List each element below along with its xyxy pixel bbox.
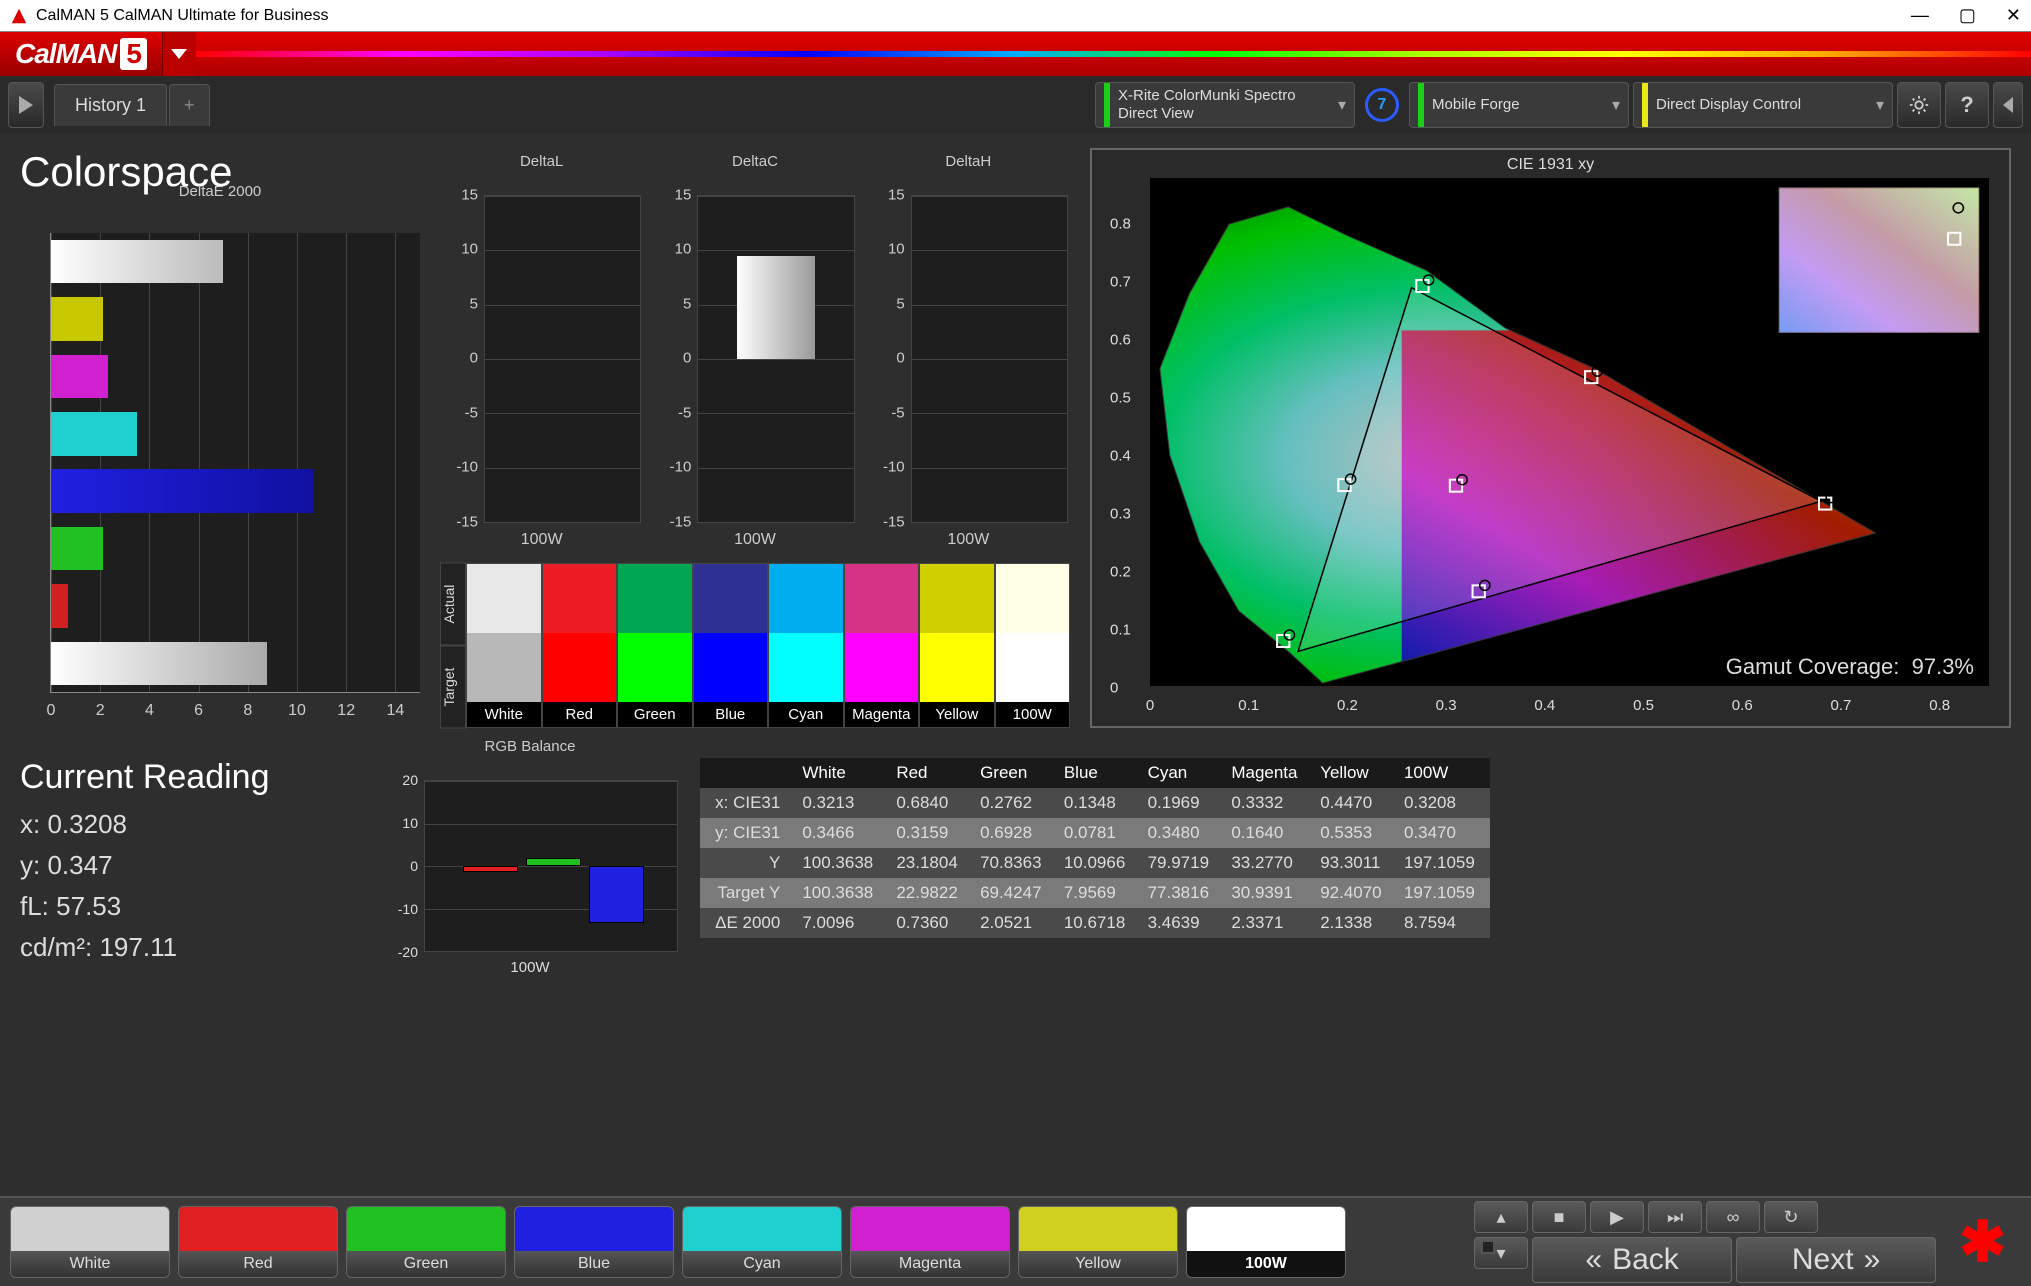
help-button[interactable]: ? — [1945, 82, 1989, 128]
refresh-button[interactable]: ↻ — [1764, 1201, 1818, 1233]
bar-cyan — [51, 412, 137, 456]
down-button[interactable]: ▾ — [1474, 1237, 1528, 1269]
chevron-down-icon: ▾ — [1338, 95, 1346, 115]
bar-white — [51, 240, 223, 284]
brand-menu-dropdown[interactable] — [162, 32, 196, 76]
swatch-comparison: Actual Target WhiteRedGreenBlueCyanMagen… — [440, 563, 1070, 728]
back-button[interactable]: « Back — [1532, 1237, 1732, 1283]
current-reading: Current Reading x: 0.3208 y: 0.347 fL: 5… — [20, 758, 350, 973]
main-content: Colorspace DeltaE 2000 02468101214 Delta… — [0, 138, 2031, 1196]
swatch-col: Red — [542, 563, 618, 728]
skip-button[interactable]: ⏭ — [1648, 1201, 1702, 1233]
gear-icon — [1908, 94, 1930, 116]
bar-magenta — [51, 355, 108, 399]
meter-device-selector[interactable]: X-Rite ColorMunki Spectro Direct View ▾ — [1095, 82, 1355, 128]
bar-red — [51, 584, 68, 628]
skip-icon: ⏭ — [1667, 1207, 1683, 1228]
tab-history[interactable]: History 1 — [54, 84, 167, 126]
bar-blue — [51, 469, 314, 513]
play-icon — [2003, 97, 2013, 113]
status-bar-icon — [1104, 83, 1110, 127]
status-bar-icon — [1642, 83, 1648, 127]
table-row: Target Y100.363822.982269.42477.956977.3… — [700, 878, 1490, 908]
chevron-up-icon: ▴ — [1497, 1207, 1506, 1228]
minimize-icon[interactable]: — — [1911, 5, 1929, 26]
expand-panel-button[interactable] — [8, 82, 44, 128]
bar-green — [51, 527, 103, 571]
bottom-bar: WhiteRedGreenBlueCyanMagentaYellow100W ▴… — [0, 1196, 2031, 1286]
swatch-col: Magenta — [844, 563, 920, 728]
table-row: Y100.363823.180470.836310.096679.971933.… — [700, 848, 1490, 878]
chevron-down-icon: ▾ — [1497, 1243, 1506, 1264]
swatch-col: Yellow — [919, 563, 995, 728]
source-device-selector[interactable]: Mobile Forge ▾ — [1409, 82, 1629, 128]
color-button-blue[interactable]: Blue — [514, 1206, 674, 1278]
color-button-yellow[interactable]: Yellow — [1018, 1206, 1178, 1278]
loop-icon: ∞ — [1727, 1207, 1740, 1228]
play-icon: ▶ — [1610, 1207, 1624, 1228]
asterisk-icon[interactable]: ✱ — [1959, 1209, 2006, 1275]
bar-100w — [51, 642, 267, 686]
table-row: ΔE 20007.00960.73602.052110.67183.46392.… — [700, 908, 1490, 938]
small-delta-charts: DeltaL 100W -15-10-5051015 DeltaC 100W -… — [440, 173, 1070, 553]
swatch-col: Green — [617, 563, 693, 728]
swatch-col: Blue — [693, 563, 769, 728]
toolbar: History 1 + X-Rite ColorMunki Spectro Di… — [0, 76, 2031, 134]
swatch-col: 100W — [995, 563, 1071, 728]
color-button-100w[interactable]: 100W — [1186, 1206, 1346, 1278]
table-row: x: CIE310.32130.68400.27620.13480.19690.… — [700, 788, 1490, 818]
brand-logo: CalMAN5 — [0, 32, 162, 76]
play-button[interactable]: ▶ — [1590, 1201, 1644, 1233]
table-row: y: CIE310.34660.31590.69280.07810.34800.… — [700, 818, 1490, 848]
up-button[interactable]: ▴ — [1474, 1201, 1528, 1233]
window-title: CalMAN 5 CalMAN Ultimate for Business — [36, 7, 1911, 25]
sessions-badge[interactable]: 7 — [1365, 88, 1399, 122]
play-icon — [19, 96, 33, 114]
tab-strip: History 1 + — [54, 84, 210, 126]
cie-chart: CIE 1931 xy — [1090, 148, 2011, 728]
close-icon[interactable]: ✕ — [2006, 5, 2021, 26]
color-button-white[interactable]: White — [10, 1206, 170, 1278]
next-button[interactable]: Next » — [1736, 1237, 1936, 1283]
rainbow-strip — [196, 51, 2031, 57]
status-bar-icon — [1418, 83, 1424, 127]
chevron-right-icon: » — [1864, 1243, 1881, 1277]
swatch-col: White — [466, 563, 542, 728]
deltal-chart: DeltaL 100W -15-10-5051015 — [440, 173, 643, 553]
color-button-red[interactable]: Red — [178, 1206, 338, 1278]
playback-controls: ▴ ■ ▶ ⏭ ∞ ↻ ▾ « Back Next » — [1474, 1201, 1936, 1283]
question-icon: ? — [1960, 92, 1973, 118]
chevron-down-icon: ▾ — [1612, 95, 1620, 115]
deltac-chart: DeltaC 100W -15-10-5051015 — [653, 173, 856, 553]
stop-button[interactable]: ■ — [1532, 1201, 1586, 1233]
loop-button[interactable]: ∞ — [1706, 1201, 1760, 1233]
chevron-left-icon: « — [1585, 1243, 1602, 1277]
brand-bar: CalMAN5 — [0, 32, 2031, 76]
rgb-balance-chart: RGB Balance 100W -20-1001020 — [380, 758, 680, 978]
stop-icon: ■ — [1554, 1207, 1565, 1228]
data-table: WhiteRedGreenBlueCyanMagentaYellow100W x… — [700, 758, 1490, 938]
chevron-down-icon — [171, 49, 187, 59]
bar-yellow — [51, 297, 103, 341]
app-icon — [10, 7, 28, 25]
maximize-icon[interactable]: ▢ — [1959, 5, 1976, 26]
collapse-panel-button[interactable] — [1993, 82, 2023, 128]
color-button-cyan[interactable]: Cyan — [682, 1206, 842, 1278]
color-button-magenta[interactable]: Magenta — [850, 1206, 1010, 1278]
window-titlebar: CalMAN 5 CalMAN Ultimate for Business — … — [0, 0, 2031, 32]
swatch-col: Cyan — [768, 563, 844, 728]
deltah-chart: DeltaH 100W -15-10-5051015 — [867, 173, 1070, 553]
chevron-down-icon: ▾ — [1876, 95, 1884, 115]
tab-add[interactable]: + — [169, 84, 210, 126]
refresh-icon: ↻ — [1784, 1207, 1799, 1228]
display-device-selector[interactable]: Direct Display Control ▾ — [1633, 82, 1893, 128]
deltae-chart: DeltaE 2000 02468101214 — [20, 203, 420, 733]
color-button-green[interactable]: Green — [346, 1206, 506, 1278]
settings-button[interactable] — [1897, 82, 1941, 128]
